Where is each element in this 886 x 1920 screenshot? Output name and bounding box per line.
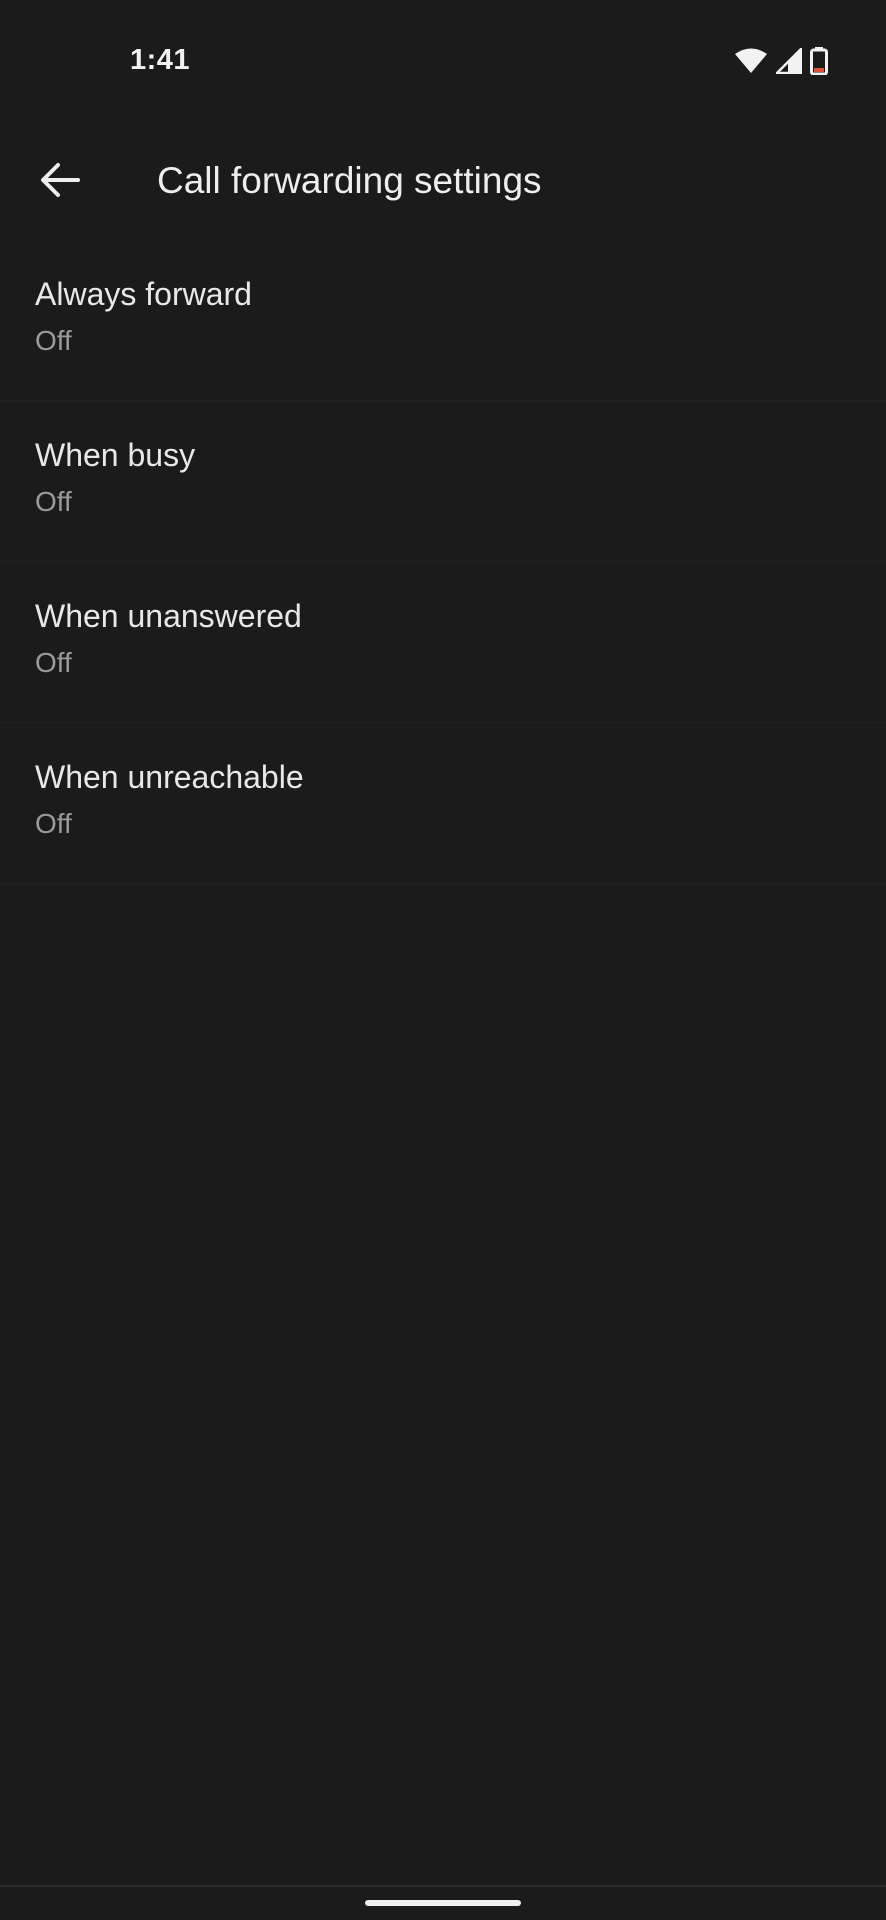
setting-title: When busy (35, 437, 196, 473)
battery-icon (810, 47, 828, 80)
setting-summary: Off (35, 647, 72, 678)
setting-title: Always forward (35, 276, 252, 312)
app-bar: Call forwarding settings (0, 130, 886, 230)
setting-when-unanswered[interactable]: When unanswered Off (0, 562, 886, 723)
nav-divider (0, 1885, 886, 1887)
arrow-left-icon (40, 162, 80, 203)
setting-summary: Off (35, 808, 72, 839)
status-icons (734, 47, 828, 80)
setting-when-busy[interactable]: When busy Off (0, 401, 886, 562)
setting-summary: Off (35, 486, 72, 517)
back-button[interactable] (24, 146, 96, 218)
status-bar: 1:41 (0, 0, 886, 120)
setting-summary: Off (35, 325, 72, 356)
status-time: 1:41 (130, 44, 191, 76)
cell-signal-icon (775, 47, 803, 79)
wifi-icon (734, 48, 768, 79)
setting-when-unreachable[interactable]: When unreachable Off (0, 723, 886, 884)
gesture-nav-handle[interactable] (365, 1900, 521, 1906)
setting-always-forward[interactable]: Always forward Off (0, 240, 886, 401)
settings-list: Always forward Off When busy Off When un… (0, 240, 886, 884)
setting-title: When unreachable (35, 759, 304, 795)
page-title: Call forwarding settings (157, 160, 542, 201)
setting-title: When unanswered (35, 598, 302, 634)
